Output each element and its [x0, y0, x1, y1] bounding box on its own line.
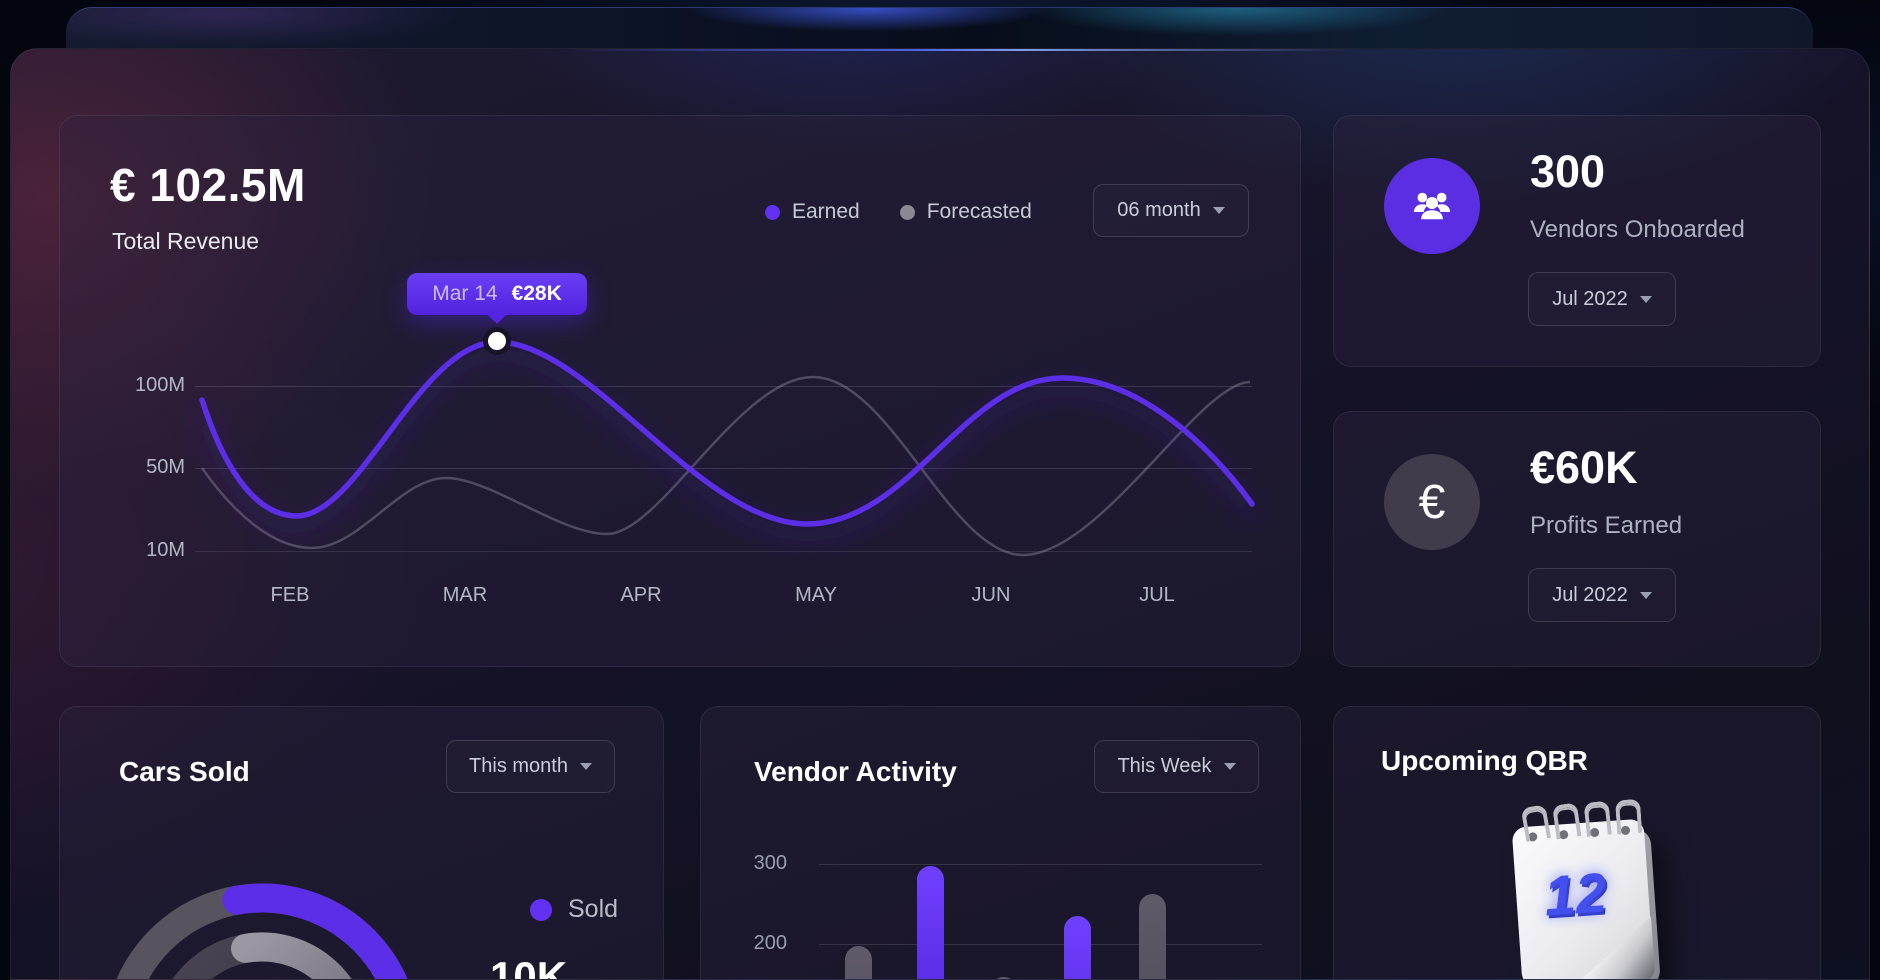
cars-sold-title: Cars Sold: [119, 756, 250, 788]
revenue-period-dropdown[interactable]: 06 month: [1093, 184, 1249, 237]
earned-legend-dot: [765, 205, 780, 220]
chevron-down-icon: [1640, 592, 1652, 599]
calendar-sheet: 12: [1512, 819, 1655, 980]
cars-sold-donut-chart: [59, 832, 472, 980]
vendor-activity-title: Vendor Activity: [754, 756, 957, 788]
profits-earned-card: € €60K Profits Earned Jul 2022: [1333, 411, 1821, 667]
activity-bar-2: [917, 866, 944, 980]
sold-legend-dot: [530, 899, 552, 921]
bar-y-label: 200: [729, 932, 787, 955]
people-icon: [1403, 177, 1461, 235]
cars-sold-legend: Sold: [530, 895, 618, 924]
total-revenue-label: Total Revenue: [112, 228, 259, 255]
activity-period-dropdown[interactable]: This Week: [1094, 740, 1259, 793]
chevron-down-icon: [1224, 763, 1236, 770]
calendar-ring: [1552, 802, 1581, 839]
vendors-period-value: Jul 2022: [1552, 288, 1628, 311]
forecasted-line: [202, 377, 1250, 555]
vendors-count: 300: [1530, 146, 1605, 198]
cars-sold-value: 10K: [490, 953, 567, 980]
chart-point-marker[interactable]: [488, 332, 506, 350]
cars-period-value: This month: [469, 755, 568, 778]
x-axis-label: JUL: [1139, 584, 1175, 607]
revenue-period-value: 06 month: [1117, 199, 1200, 222]
forecasted-legend-dot: [900, 205, 915, 220]
forecasted-legend-label: Forecasted: [927, 200, 1032, 224]
activity-bar-4: [1064, 916, 1091, 980]
vendor-activity-card: Vendor Activity This Week 300 200: [700, 706, 1301, 980]
calendar-ring: [1583, 801, 1611, 837]
chevron-down-icon: [1213, 207, 1225, 214]
earned-legend-label: Earned: [792, 200, 860, 224]
donut-inner-arc: [246, 947, 357, 980]
calendar-icon: 12: [1512, 819, 1655, 980]
total-revenue-amount: € 102.5M: [110, 158, 306, 212]
y-axis-label: 100M: [90, 374, 185, 397]
total-revenue-card: € 102.5M Total Revenue Earned Forecasted…: [59, 115, 1301, 667]
activity-bar-5: [1139, 894, 1166, 980]
x-axis-label: FEB: [271, 584, 310, 607]
sold-legend-label: Sold: [568, 895, 618, 924]
gridline-50m: [195, 468, 1252, 469]
x-axis-label: APR: [620, 584, 661, 607]
profits-amount: €60K: [1530, 442, 1638, 494]
chevron-down-icon: [1640, 296, 1652, 303]
tooltip-date: Mar 14: [432, 282, 497, 306]
y-axis-label: 50M: [90, 456, 185, 479]
gridline-300: [819, 864, 1262, 865]
calendar-ring: [1615, 799, 1642, 835]
dashboard-page: € 102.5M Total Revenue Earned Forecasted…: [0, 0, 1880, 980]
activity-bar-1: [845, 946, 872, 980]
vendors-onboarded-card: 300 Vendors Onboarded Jul 2022: [1333, 115, 1821, 367]
x-axis-label: JUN: [972, 584, 1011, 607]
x-axis-label: MAR: [443, 584, 487, 607]
gridline-200: [819, 944, 1262, 945]
vendors-icon-circle: [1384, 158, 1480, 254]
vendors-period-dropdown[interactable]: Jul 2022: [1528, 272, 1676, 326]
chart-tooltip: Mar 14 €28K: [407, 273, 587, 315]
profits-label: Profits Earned: [1530, 512, 1682, 540]
cars-period-dropdown[interactable]: This month: [446, 740, 615, 793]
gridline-100m: [195, 386, 1252, 387]
calendar-ring: [1521, 804, 1552, 842]
vendors-label: Vendors Onboarded: [1530, 216, 1745, 244]
chevron-down-icon: [580, 763, 592, 770]
profits-period-value: Jul 2022: [1552, 584, 1628, 607]
earned-line: [202, 342, 1252, 524]
x-axis-label: MAY: [795, 584, 837, 607]
tooltip-value: €28K: [512, 282, 562, 306]
revenue-legend: Earned Forecasted: [765, 200, 1032, 224]
profits-period-dropdown[interactable]: Jul 2022: [1528, 568, 1676, 622]
euro-icon: €: [1419, 475, 1446, 530]
gridline-10m: [195, 551, 1252, 552]
calendar-day: 12: [1514, 857, 1636, 930]
bar-y-label: 300: [729, 852, 787, 875]
y-axis-label: 10M: [90, 539, 185, 562]
cars-sold-card: Cars Sold This month: [59, 706, 664, 980]
upcoming-qbr-card: Upcoming QBR 12: [1333, 706, 1821, 980]
dashboard-shell: € 102.5M Total Revenue Earned Forecasted…: [10, 48, 1870, 980]
profits-icon-circle: €: [1384, 454, 1480, 550]
qbr-title: Upcoming QBR: [1381, 745, 1588, 777]
activity-period-value: This Week: [1117, 755, 1211, 778]
